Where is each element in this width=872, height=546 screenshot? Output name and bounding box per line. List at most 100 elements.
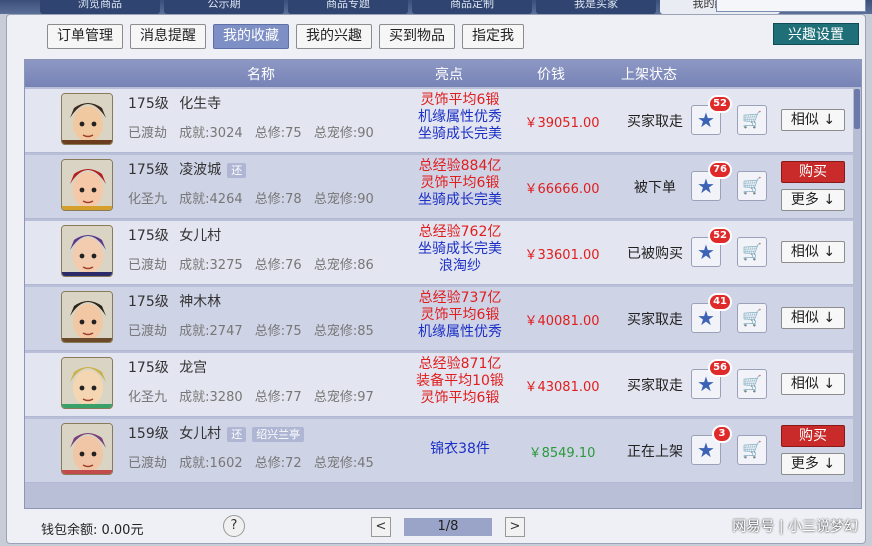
level-name: 175级 女儿村 <box>128 225 221 245</box>
cart-icon[interactable]: 🛒 <box>737 303 767 333</box>
header-price: 价钱 <box>537 67 565 83</box>
cart-icon[interactable]: 🛒 <box>737 171 767 201</box>
sub-tab[interactable]: 我的收藏 <box>213 24 289 49</box>
stat-achievement: 成就:4264 <box>179 192 243 207</box>
cart-icon[interactable]: 🛒 <box>737 237 767 267</box>
buy-button[interactable]: 购买 <box>781 161 845 183</box>
buy-button[interactable]: 购买 <box>781 425 845 447</box>
listing-status: 买家取走 <box>627 312 683 328</box>
table-row[interactable]: 175级 化生寺 已渡劫 成就:3024 总修:75 总宠修:90 灵饰平均6锻机… <box>25 89 855 153</box>
highlight-line: 机缘属性优秀 <box>418 109 502 125</box>
stat-pet-cultivation: 总宠修:90 <box>313 192 374 207</box>
more-button[interactable]: 更多 ↓ <box>781 189 845 211</box>
character-level: 175级 <box>128 360 169 376</box>
table-row[interactable]: 175级 凌波城还 化圣九 成就:4264 总修:78 总宠修:90 总经验884… <box>25 155 855 219</box>
favorite-star-icon[interactable]: ★ 76 <box>691 161 732 201</box>
similar-button[interactable]: 相似 ↓ <box>781 373 845 395</box>
scrollbar-thumb[interactable] <box>854 89 860 129</box>
character-school: 女儿村 <box>179 228 222 244</box>
listing-status: 被下单 <box>634 180 676 196</box>
stat-achievement: 成就:3024 <box>179 126 243 141</box>
interest-settings-button[interactable]: 兴趣设置 <box>773 23 859 45</box>
highlight-line: 灵饰平均6锻 <box>420 92 500 108</box>
sub-tab[interactable]: 买到物品 <box>379 24 455 49</box>
header-highlights: 亮点 <box>435 67 463 83</box>
price: ￥66666.00 <box>524 182 600 197</box>
price: ￥43081.00 <box>524 380 600 395</box>
top-tab[interactable]: 公示期 <box>164 0 284 14</box>
help-icon[interactable]: ? <box>223 515 245 537</box>
character-stats: 化圣九 成就:4264 总修:78 总宠修:90 <box>128 188 382 207</box>
sub-tab[interactable]: 指定我 <box>462 24 524 49</box>
favorite-star-icon[interactable]: ★ 41 <box>691 293 732 333</box>
table-row[interactable]: 175级 龙宫 化圣九 成就:3280 总修:77 总宠修:97 总经验871亿装… <box>25 353 855 417</box>
cart-icon[interactable]: 🛒 <box>737 369 767 399</box>
highlight-line: 总经验737亿 <box>418 290 502 306</box>
favorite-star-icon[interactable]: ★ 52 <box>691 227 732 267</box>
stat-total-cultivation: 总修:75 <box>254 126 302 141</box>
character-avatar[interactable] <box>61 357 113 409</box>
sub-tab[interactable]: 我的兴趣 <box>296 24 372 49</box>
favorite-star-icon[interactable]: ★ 56 <box>691 359 732 399</box>
next-page-button[interactable]: > <box>505 517 525 537</box>
favorite-star-icon[interactable]: ★ 52 <box>691 95 732 135</box>
sub-tab[interactable]: 订单管理 <box>47 24 123 49</box>
stat-achievement: 成就:2747 <box>179 324 243 339</box>
table-row[interactable]: 175级 神木林 已渡劫 成就:2747 总修:75 总宠修:85 总经验737亿… <box>25 287 855 351</box>
character-avatar[interactable] <box>61 423 113 475</box>
stat-pet-cultivation: 总宠修:45 <box>313 456 374 471</box>
similar-button[interactable]: 相似 ↓ <box>781 307 845 329</box>
top-tab[interactable]: 我是买家 <box>536 0 656 14</box>
favorite-count-badge: 3 <box>712 425 732 443</box>
highlights: 总经验884亿 灵饰平均6锻 坐骑成长完美 <box>397 158 523 209</box>
top-tab[interactable]: 商品专题 <box>288 0 408 14</box>
row-tag: 还 <box>227 163 247 178</box>
stat-total-cultivation: 总修:76 <box>254 258 302 273</box>
table-row[interactable]: 159级 女儿村还绍兴兰亭 已渡劫 成就:1602 总修:72 总宠修:45 锦衣… <box>25 419 855 483</box>
stat-achievement: 成就:1602 <box>179 456 243 471</box>
character-level: 175级 <box>128 162 169 178</box>
level-name: 159级 女儿村还绍兴兰亭 <box>128 423 305 443</box>
character-avatar[interactable] <box>61 291 113 343</box>
character-level: 175级 <box>128 228 169 244</box>
highlight-line: 总经验884亿 <box>418 158 502 174</box>
character-avatar[interactable] <box>61 225 113 277</box>
favorite-star-icon[interactable]: ★ 3 <box>691 425 732 465</box>
top-search-input[interactable] <box>716 0 866 12</box>
stat-state: 化圣九 <box>128 390 168 405</box>
prev-page-button[interactable]: < <box>371 517 391 537</box>
top-tab[interactable]: 商品定制 <box>412 0 532 14</box>
highlights: 总经验737亿 灵饰平均6锻 机缘属性优秀 <box>397 290 523 341</box>
price: ￥8549.10 <box>528 446 596 461</box>
similar-button[interactable]: 相似 ↓ <box>781 241 845 263</box>
character-avatar[interactable] <box>61 159 113 211</box>
similar-button[interactable]: 相似 ↓ <box>781 109 845 131</box>
table-row[interactable]: 175级 女儿村 已渡劫 成就:3275 总修:76 总宠修:86 总经验762亿… <box>25 221 855 285</box>
cart-icon[interactable]: 🛒 <box>737 435 767 465</box>
listing-status: 买家取走 <box>627 378 683 394</box>
character-school: 神木林 <box>179 294 222 310</box>
highlights: 总经验871亿 装备平均10锻 灵饰平均6锻 <box>397 356 523 407</box>
listing-status: 正在上架 <box>627 444 683 460</box>
character-school: 龙宫 <box>179 360 208 376</box>
table-header: 名称 亮点 价钱 上架状态 <box>25 60 861 87</box>
stat-state: 已渡劫 <box>128 456 168 471</box>
highlight-line: 装备平均10锻 <box>416 373 504 389</box>
highlight-line: 机缘属性优秀 <box>418 324 502 340</box>
wallet-balance: 钱包余额: 0.00元 <box>41 523 144 538</box>
cart-icon[interactable]: 🛒 <box>737 105 767 135</box>
highlight-line: 坐骑成长完美 <box>418 192 502 208</box>
more-button[interactable]: 更多 ↓ <box>781 453 845 475</box>
highlight-line: 锦衣38件 <box>430 441 490 457</box>
page-indicator: 1/8 <box>404 518 492 536</box>
favorite-count-badge: 41 <box>708 293 732 311</box>
top-tab[interactable]: 浏览商品 <box>40 0 160 14</box>
price: ￥33601.00 <box>524 248 600 263</box>
character-stats: 已渡劫 成就:3275 总修:76 总宠修:86 <box>128 254 382 273</box>
stat-pet-cultivation: 总宠修:85 <box>313 324 374 339</box>
highlight-line: 总经验762亿 <box>418 224 502 240</box>
list-scrollbar[interactable] <box>853 87 861 508</box>
character-avatar[interactable] <box>61 93 113 145</box>
character-stats: 化圣九 成就:3280 总修:77 总宠修:97 <box>128 386 382 405</box>
sub-tab[interactable]: 消息提醒 <box>130 24 206 49</box>
